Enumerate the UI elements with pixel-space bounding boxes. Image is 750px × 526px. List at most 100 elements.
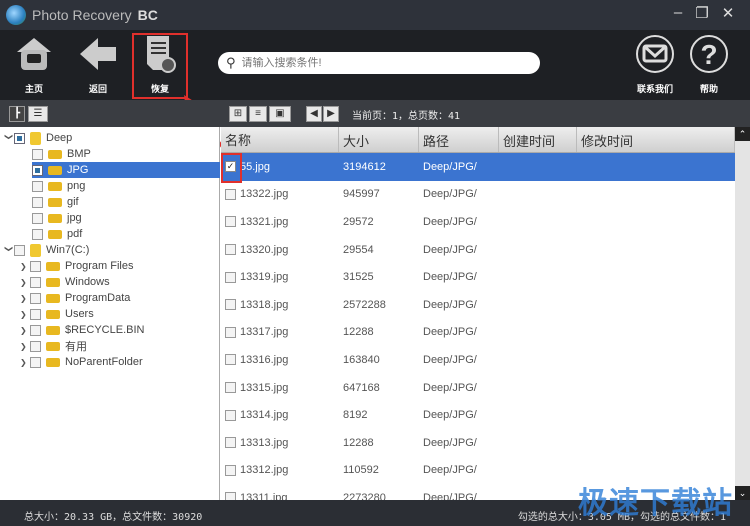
tree-checkbox[interactable] [30,340,41,352]
chevron-right-icon[interactable]: ❯ [20,294,30,303]
scroll-down-icon[interactable]: ⌄ [735,486,750,500]
file-size: 647168 [343,381,380,394]
tree-item[interactable]: pdf [32,226,82,242]
tree-item[interactable]: ❯ Deep [4,130,72,146]
tree-item-label: Program Files [65,260,134,272]
tree-view-button[interactable]: ┣ [9,106,25,122]
tree-item[interactable]: ❯ Program Files [20,258,133,274]
prev-page-button[interactable]: ◀ [306,106,322,122]
file-table: 名称 大小 路径 创建时间 修改时间 ✓ 55.jpg 3194612 Deep/… [221,127,735,500]
table-row[interactable]: 13322.jpg 945997 Deep/JPG/ [221,181,735,209]
table-row[interactable]: 13315.jpg 647168 Deep/JPG/ [221,374,735,402]
details-view-button[interactable]: ≡ [249,106,267,122]
file-size: 3194612 [343,160,386,173]
table-row[interactable]: ✓ 55.jpg 3194612 Deep/JPG/ [221,153,735,181]
table-row[interactable]: 13317.jpg 12288 Deep/JPG/ [221,319,735,347]
table-row[interactable]: 13319.jpg 31525 Deep/JPG/ [221,263,735,291]
file-name: 13316.jpg [240,353,289,366]
tree-checkbox[interactable] [30,308,41,320]
row-checkbox[interactable] [225,188,236,200]
row-checkbox[interactable] [225,244,236,256]
tree-checkbox[interactable] [30,324,41,336]
row-checkbox[interactable] [225,492,236,500]
tree-item[interactable]: ❯ $RECYCLE.BIN [20,322,144,338]
tree-checkbox[interactable] [14,132,25,144]
preview-view-button[interactable]: ▣ [269,106,291,122]
tree-item[interactable]: ❯ ProgramData [20,290,130,306]
tree-item[interactable]: gif [32,194,79,210]
file-name: 13315.jpg [240,381,289,394]
row-checkbox[interactable] [225,216,236,228]
row-checkbox[interactable] [225,437,236,449]
chevron-right-icon[interactable]: ❯ [20,326,30,335]
table-row[interactable]: 13321.jpg 29572 Deep/JPG/ [221,208,735,236]
table-row[interactable]: 13313.jpg 12288 Deep/JPG/ [221,429,735,457]
chevron-right-icon[interactable]: ❯ [20,310,30,319]
chevron-right-icon[interactable]: ❯ [20,358,30,367]
tree-item-label: JPG [67,164,89,176]
tree-checkbox[interactable] [32,212,43,224]
tree-item-label: BMP [67,148,91,160]
thumbnail-view-button[interactable]: ⊞ [229,106,247,122]
row-checkbox[interactable] [225,409,236,421]
row-checkbox[interactable] [225,382,236,394]
row-checkbox[interactable] [225,354,236,366]
file-path: Deep/JPG/ [423,243,477,256]
folder-icon [46,261,60,271]
tree-item[interactable]: BMP [32,146,91,162]
tree-checkbox[interactable] [30,356,41,368]
file-name: 13321.jpg [240,215,289,228]
row-checkbox[interactable] [225,299,236,311]
tree-checkbox[interactable] [32,196,43,208]
tree-item[interactable]: png [32,178,85,194]
table-row[interactable]: 13318.jpg 2572288 Deep/JPG/ [221,291,735,319]
tree-item[interactable]: ❯ 有用 [20,338,87,354]
tree-checkbox[interactable] [32,164,43,176]
tree-checkbox[interactable] [32,228,43,240]
chevron-down-icon[interactable]: ❯ [5,133,14,143]
table-row[interactable]: 13316.jpg 163840 Deep/JPG/ [221,346,735,374]
file-name: 13312.jpg [240,464,289,477]
list-view-toggle[interactable]: ☰ [28,106,48,122]
folder-icon [48,165,62,175]
tree-item[interactable]: ❯ NoParentFolder [20,354,143,370]
tree-checkbox[interactable] [14,244,25,256]
tree-checkbox[interactable] [30,292,41,304]
tree-item[interactable]: JPG [32,162,220,178]
col-size[interactable]: 大小 [339,127,419,152]
tree-item-label: jpg [67,212,82,224]
tree-item[interactable]: jpg [32,210,82,226]
tree-checkbox[interactable] [32,148,43,160]
vertical-scrollbar[interactable]: ⌃ ⌄ [735,127,750,500]
folder-icon [48,213,62,223]
col-name[interactable]: 名称 [221,127,339,152]
view-bar: ┣ ☰ ⊞ ≡ ▣ ◀ ▶ 当前页：1，总页数：41 [0,100,750,127]
row-checkbox[interactable] [225,271,236,283]
tree-item[interactable]: ❯ Windows [20,274,110,290]
file-name: 13319.jpg [240,271,289,284]
tree-checkbox[interactable] [32,180,43,192]
row-checkbox[interactable] [225,464,236,476]
folder-icon [48,149,62,159]
chevron-right-icon[interactable]: ❯ [20,278,30,287]
row-checkbox[interactable] [225,326,236,338]
col-path[interactable]: 路径 [419,127,499,152]
table-row[interactable]: 13314.jpg 8192 Deep/JPG/ [221,401,735,429]
tree-item[interactable]: ❯ Win7(C:) [4,242,89,258]
col-created[interactable]: 创建时间 [499,127,577,152]
chevron-down-icon[interactable]: ❯ [5,245,14,255]
file-path: Deep/JPG/ [423,298,477,311]
file-path: Deep/JPG/ [423,160,477,173]
folder-icon [46,341,60,351]
file-size: 945997 [343,188,380,201]
table-row[interactable]: 13320.jpg 29554 Deep/JPG/ [221,236,735,264]
scroll-up-icon[interactable]: ⌃ [735,127,750,141]
next-page-button[interactable]: ▶ [323,106,339,122]
tree-checkbox[interactable] [30,276,41,288]
col-modified[interactable]: 修改时间 [577,127,735,152]
file-size: 163840 [343,353,380,366]
chevron-right-icon[interactable]: ❯ [20,262,30,271]
chevron-right-icon[interactable]: ❯ [20,342,30,351]
tree-item[interactable]: ❯ Users [20,306,94,322]
tree-checkbox[interactable] [30,260,41,272]
